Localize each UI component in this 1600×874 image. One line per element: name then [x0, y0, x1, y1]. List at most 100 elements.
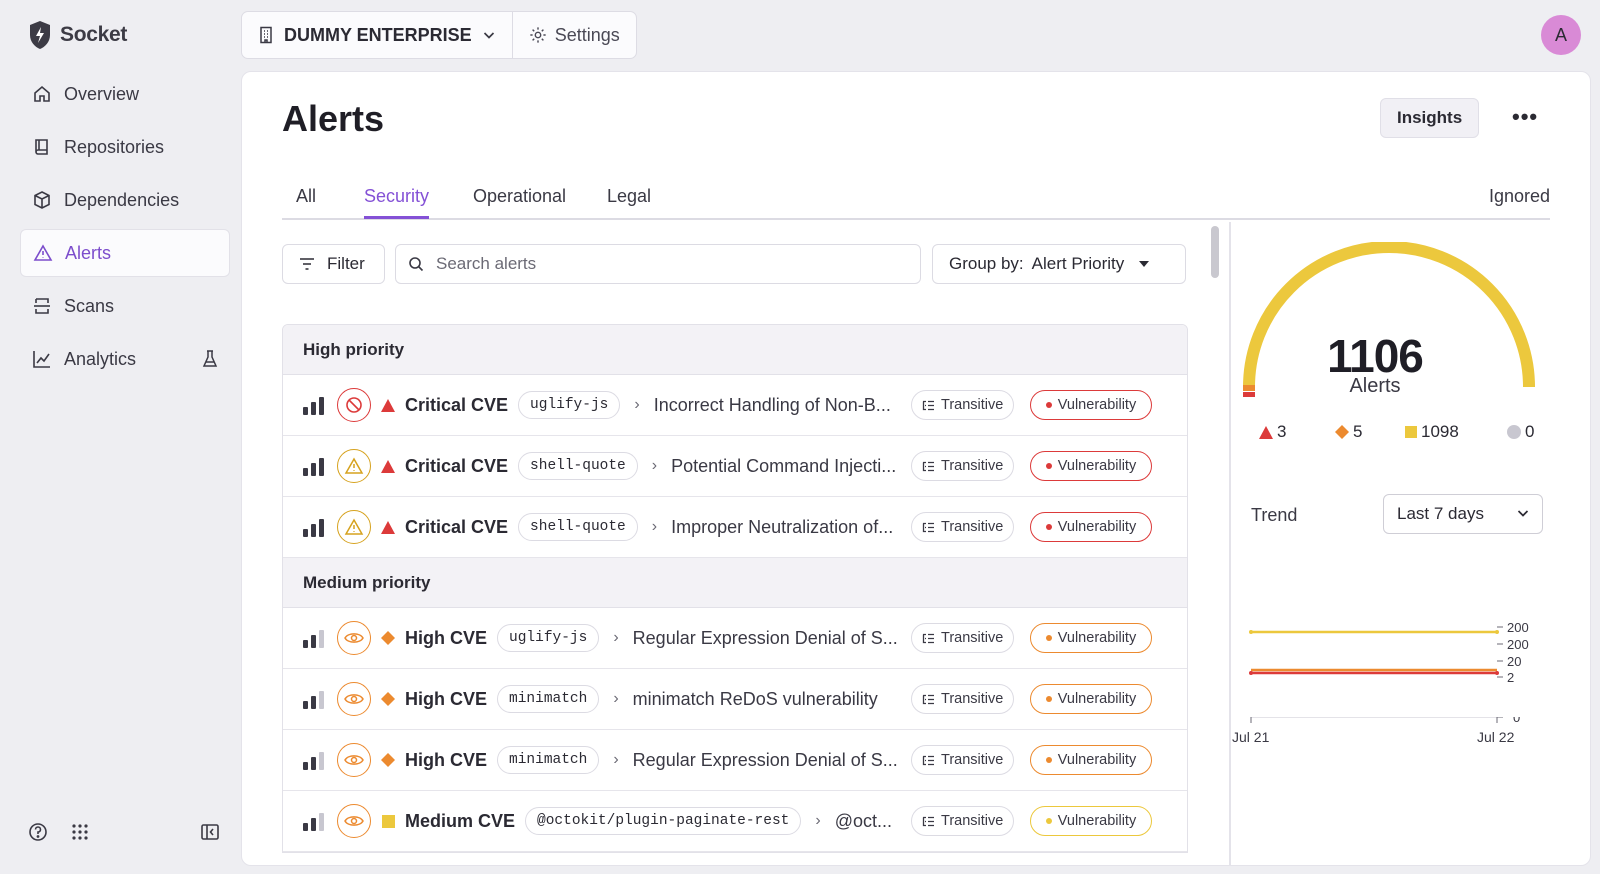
- dependency-label: Transitive: [941, 752, 1004, 768]
- table-row[interactable]: Critical CVE uglify-js › Incorrect Handl…: [283, 375, 1187, 436]
- category-label: Vulnerability: [1057, 397, 1137, 413]
- status-dot: [1045, 757, 1052, 763]
- groupby-label: Group by:: [949, 254, 1024, 273]
- list-scrollbar[interactable]: [1211, 226, 1219, 278]
- trend-point-medium-end: [1495, 630, 1499, 634]
- table-row[interactable]: High CVE minimatch › Regular Expression …: [283, 730, 1187, 791]
- low-circle-icon: [1507, 425, 1521, 439]
- legend-medium[interactable]: 1098: [1405, 422, 1459, 442]
- category-label: Vulnerability: [1057, 813, 1137, 829]
- sidebar-item-scans[interactable]: Scans: [20, 282, 230, 330]
- trend-point-critical-start: [1249, 671, 1253, 675]
- package-chip[interactable]: shell-quote: [518, 513, 638, 541]
- tab-operational[interactable]: Operational: [473, 186, 566, 219]
- tree-list-icon: [922, 522, 934, 532]
- tree-list-icon: [922, 755, 934, 765]
- alert-type: High CVE: [405, 749, 488, 770]
- building-icon: [260, 26, 272, 44]
- table-row[interactable]: Critical CVE shell-quote › Potential Com…: [283, 436, 1187, 497]
- package-chip[interactable]: @octokit/plugin-paginate-rest: [525, 807, 802, 835]
- sidebar-item-label: Dependencies: [64, 189, 180, 210]
- critical-triangle-icon: [381, 459, 395, 473]
- category-label: Vulnerability: [1057, 691, 1137, 707]
- eye-icon: [337, 621, 371, 655]
- search-input[interactable]: [436, 254, 906, 274]
- avatar[interactable]: A: [1541, 15, 1581, 55]
- high-diamond-icon: [381, 753, 395, 767]
- package-chip[interactable]: uglify-js: [518, 391, 621, 419]
- search-icon: [409, 257, 424, 272]
- sidebar-item-alerts[interactable]: Alerts: [20, 229, 230, 277]
- dependency-badge: Transitive: [911, 512, 1015, 542]
- tab-security[interactable]: Security: [364, 186, 430, 219]
- chevron-right-icon: ›: [613, 629, 619, 646]
- sidebar-item-label: Overview: [64, 83, 140, 104]
- sidebar-footer: [28, 822, 219, 842]
- collapse-sidebar-icon[interactable]: [200, 822, 220, 842]
- alert-type: Critical CVE: [405, 394, 509, 415]
- table-row[interactable]: Medium CVE @octokit/plugin-paginate-rest…: [283, 791, 1187, 852]
- settings-label: Settings: [554, 24, 620, 45]
- chevron-down-icon: [1517, 510, 1529, 517]
- category-badge: Vulnerability: [1030, 684, 1152, 714]
- table-row[interactable]: Critical CVE shell-quote › Improper Neut…: [283, 497, 1187, 558]
- tab-all[interactable]: All: [296, 186, 316, 219]
- tab-legal[interactable]: Legal: [607, 186, 651, 219]
- critical-triangle-icon: [1259, 425, 1273, 439]
- chevron-right-icon: ›: [613, 751, 619, 768]
- trend-point-critical-end: [1495, 671, 1499, 675]
- groupby-select[interactable]: Group by: Alert Priority: [932, 244, 1186, 284]
- trend-y-tick: 2: [1507, 670, 1514, 685]
- group-header-medium[interactable]: Medium priority: [283, 558, 1187, 608]
- sidebar-item-repositories[interactable]: Repositories: [20, 123, 230, 171]
- status-dot: [1045, 818, 1052, 824]
- tab-ignored[interactable]: Ignored: [1489, 186, 1550, 207]
- chevron-right-icon: ›: [634, 396, 640, 413]
- medium-square-icon: [1405, 426, 1417, 438]
- trend-y-tick: 20: [1507, 654, 1521, 669]
- alerts-total-label: Alerts: [1349, 375, 1401, 397]
- apps-grid-icon[interactable]: [70, 822, 90, 842]
- dependency-badge: Transitive: [911, 390, 1015, 420]
- sidebar-item-overview[interactable]: Overview: [20, 70, 230, 118]
- category-badge: Vulnerability: [1030, 745, 1152, 775]
- trend-range-select[interactable]: Last 7 days: [1383, 494, 1543, 534]
- package-chip[interactable]: shell-quote: [518, 452, 638, 480]
- legend-high[interactable]: 5: [1335, 422, 1362, 442]
- critical-triangle-icon: [381, 398, 395, 412]
- chevron-right-icon: ›: [613, 690, 619, 707]
- legend-low[interactable]: 0: [1507, 422, 1534, 442]
- socket-shield-icon: [30, 21, 50, 49]
- settings-button[interactable]: Settings: [513, 12, 636, 58]
- home-icon: [34, 85, 50, 102]
- more-options-button[interactable]: •••: [1512, 104, 1538, 130]
- table-row[interactable]: High CVE minimatch › minimatch ReDoS vul…: [283, 669, 1187, 730]
- package-chip[interactable]: minimatch: [497, 746, 600, 774]
- help-icon[interactable]: [28, 822, 48, 842]
- category-label: Vulnerability: [1057, 519, 1137, 535]
- package-chip[interactable]: minimatch: [497, 685, 600, 713]
- sidebar-item-analytics[interactable]: Analytics: [20, 335, 230, 383]
- socket-logo[interactable]: Socket: [28, 20, 127, 50]
- org-select-button[interactable]: DUMMY ENTERPRISE: [242, 12, 513, 58]
- alert-title: minimatch ReDoS vulnerability: [632, 688, 878, 709]
- category-badge: Vulnerability: [1030, 512, 1152, 542]
- package-chip[interactable]: uglify-js: [497, 624, 600, 652]
- priority-bars-icon: [303, 395, 325, 415]
- insights-button[interactable]: Insights: [1380, 98, 1480, 138]
- legend-high-count: 5: [1353, 422, 1363, 441]
- group-header-high[interactable]: High priority: [283, 325, 1187, 375]
- chart-line-icon: [33, 351, 50, 368]
- filter-button[interactable]: Filter: [282, 244, 385, 284]
- priority-bars-icon: [303, 689, 325, 709]
- sidebar-item-label: Repositories: [64, 136, 165, 157]
- dependency-label: Transitive: [941, 397, 1004, 413]
- legend-critical[interactable]: 3: [1259, 422, 1286, 442]
- sidebar-item-dependencies[interactable]: Dependencies: [20, 176, 230, 224]
- high-diamond-icon: [1335, 425, 1349, 439]
- chevron-right-icon: ›: [815, 812, 821, 829]
- sidebar-item-label: Analytics: [64, 348, 137, 369]
- scan-icon: [34, 298, 50, 314]
- groupby-value: Alert Priority: [1031, 254, 1125, 273]
- table-row[interactable]: High CVE uglify-js › Regular Expression …: [283, 608, 1187, 669]
